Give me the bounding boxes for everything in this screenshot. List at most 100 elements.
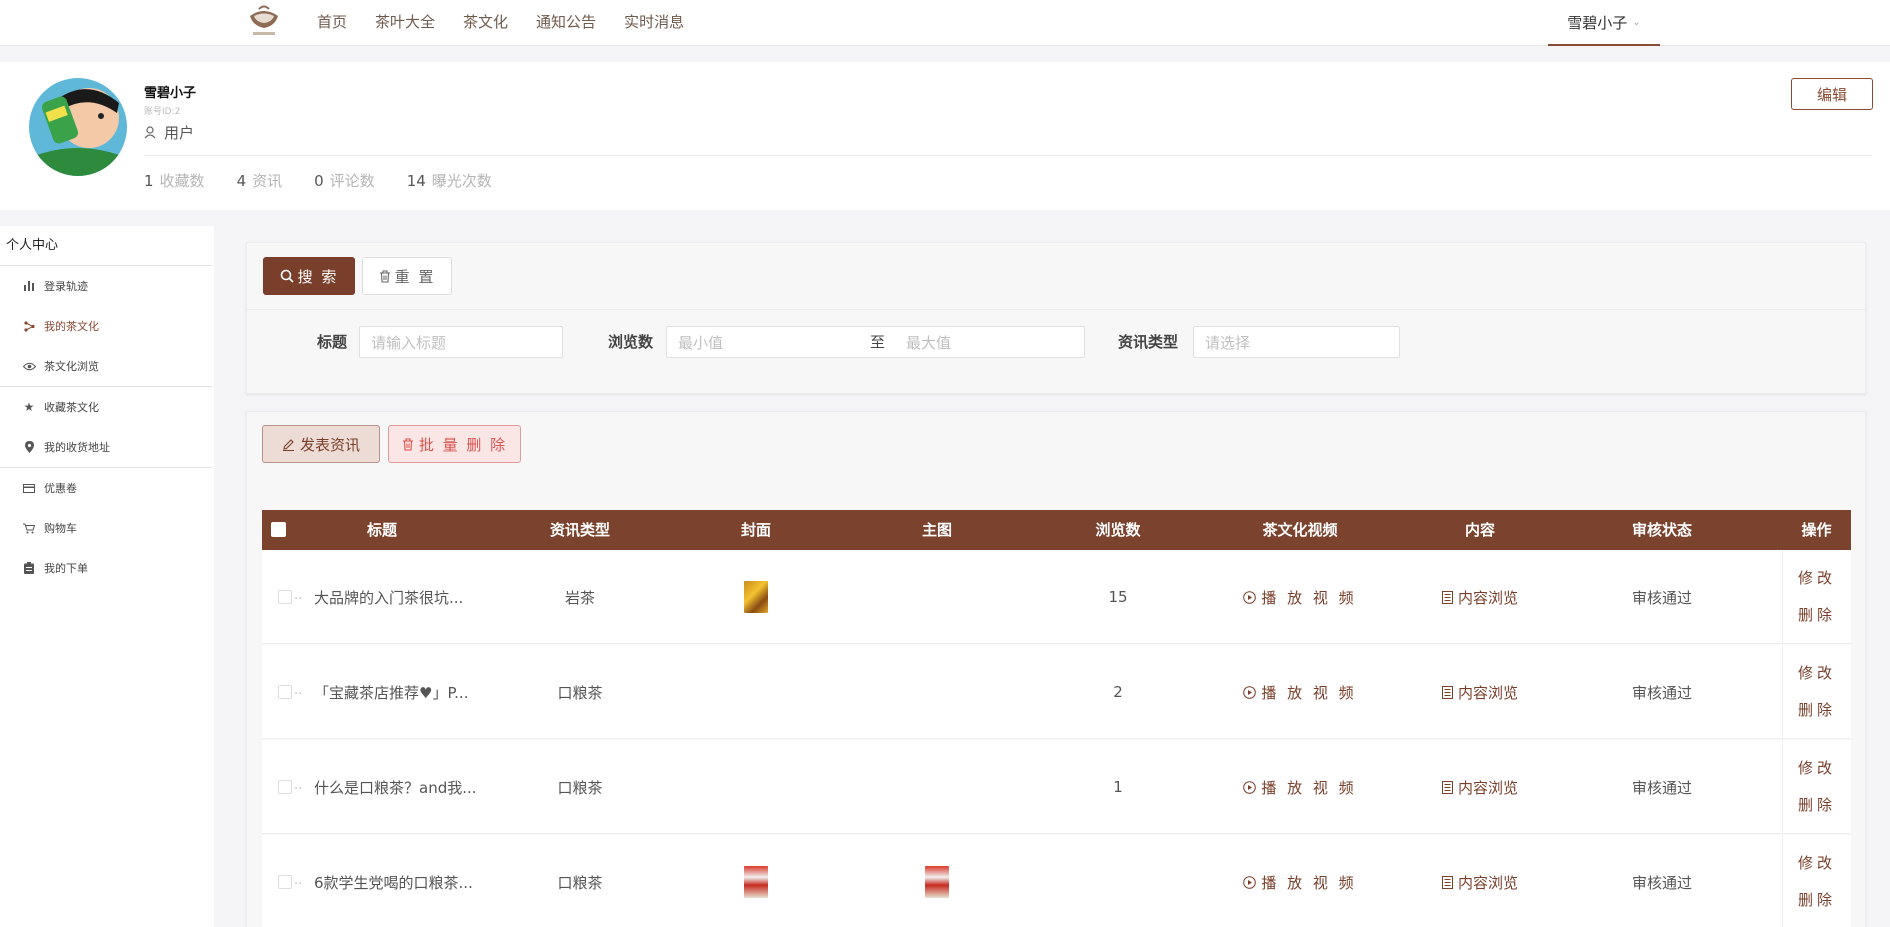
row-cover	[706, 550, 806, 644]
row-checkbox[interactable]	[278, 685, 292, 699]
sidebar: 个人中心 登录轨迹 我的茶文化 茶文化浏览 ★ 收藏茶文化 我的收货地址 优惠卷…	[0, 226, 214, 927]
table-row: .. 什么是口粮茶？and我... 口粮茶 1 播 放 视 频 内容浏览 审核通…	[262, 740, 1851, 834]
title-input[interactable]: 请输入标题	[359, 326, 563, 358]
nav-home[interactable]: 首页	[317, 11, 347, 32]
profile-account-id: 账号ID:2	[144, 107, 181, 117]
main-image-thumbnail[interactable]	[925, 866, 949, 898]
col-type: 资讯类型	[549, 521, 610, 539]
sidebar-item-shipping-address[interactable]: 我的收货地址	[0, 427, 214, 467]
avatar[interactable]	[29, 78, 127, 176]
user-menu[interactable]: 雪碧小子 ⌄	[1548, 0, 1660, 46]
delete-button[interactable]: 删除	[1798, 597, 1836, 634]
top-navbar: 首页 茶叶大全 茶文化 通知公告 实时消息 雪碧小子 ⌄	[0, 0, 1890, 46]
sidebar-item-tea-culture-browse[interactable]: 茶文化浏览	[0, 346, 214, 386]
delete-button[interactable]: 删除	[1798, 787, 1836, 824]
profile-role: 用户	[144, 122, 194, 143]
row-actions: 修改 删除	[1782, 550, 1851, 644]
row-status: 审核通过	[1631, 683, 1692, 702]
reset-button[interactable]: 重 置	[362, 257, 452, 295]
edit-button[interactable]: 修改	[1798, 845, 1836, 882]
search-divider	[247, 309, 1865, 310]
news-list-panel: 发表资讯 批 量 删 除 标题 资讯类型 封面 主图 浏览数 茶文化视频 内容 …	[246, 411, 1866, 927]
views-filter-label: 浏览数	[608, 333, 654, 351]
sidebar-item-coupons[interactable]: 优惠卷	[0, 468, 214, 508]
play-circle-icon	[1243, 875, 1257, 889]
row-checkbox[interactable]	[278, 780, 292, 794]
sidebar-item-my-orders[interactable]: 我的下单	[0, 548, 214, 588]
delete-button[interactable]: 删除	[1798, 882, 1836, 919]
edit-profile-button[interactable]: 编辑	[1791, 78, 1873, 110]
play-video-button[interactable]: 播 放 视 频	[1243, 587, 1356, 608]
user-menu-name: 雪碧小子	[1567, 13, 1628, 32]
sidebar-item-favorite-tea-culture[interactable]: ★ 收藏茶文化	[0, 387, 214, 427]
row-actions: 修改 删除	[1782, 835, 1851, 927]
profile-stats: 1 收藏数 4 资讯 0 评论数 14 曝光次数	[144, 170, 524, 191]
sidebar-item-login-history[interactable]: 登录轨迹	[0, 266, 214, 306]
views-max-input[interactable]: 最大值	[895, 326, 1085, 358]
site-logo[interactable]	[244, 2, 284, 42]
view-content-button[interactable]: 内容浏览	[1441, 587, 1518, 608]
nav-realtime-messages[interactable]: 实时消息	[624, 11, 684, 32]
row-cover	[706, 835, 806, 927]
sidebar-item-cart[interactable]: 购物车	[0, 508, 214, 548]
nav-tea-encyclopedia[interactable]: 茶叶大全	[375, 11, 435, 32]
view-content-button[interactable]: 内容浏览	[1441, 872, 1518, 893]
row-views: 1	[1113, 778, 1123, 796]
row-video: 播 放 视 频	[1230, 740, 1370, 834]
edit-button[interactable]: 修改	[1798, 750, 1836, 787]
row-status: 审核通过	[1631, 873, 1692, 892]
delete-button[interactable]: 删除	[1798, 692, 1836, 729]
stat-favorites: 1 收藏数	[144, 172, 205, 190]
view-content-button[interactable]: 内容浏览	[1441, 682, 1518, 703]
edit-button[interactable]: 修改	[1798, 655, 1836, 692]
col-video: 茶文化视频	[1262, 521, 1338, 539]
eye-icon	[22, 362, 36, 371]
sidebar-item-my-tea-culture[interactable]: 我的茶文化	[0, 306, 214, 346]
nav-announcements[interactable]: 通知公告	[536, 11, 596, 32]
batch-delete-button[interactable]: 批 量 删 除	[388, 425, 521, 463]
row-ellipsis: ..	[294, 873, 303, 888]
row-content: 内容浏览	[1430, 550, 1530, 644]
row-ellipsis: ..	[294, 778, 303, 793]
trash-icon	[379, 269, 390, 283]
stat-comments: 0 评论数	[314, 172, 375, 190]
row-type: 岩茶	[564, 588, 595, 607]
share-icon	[22, 320, 36, 332]
nav-tea-culture[interactable]: 茶文化	[463, 11, 508, 32]
publish-news-button[interactable]: 发表资讯	[262, 425, 380, 463]
play-video-button[interactable]: 播 放 视 频	[1243, 872, 1356, 893]
row-checkbox[interactable]	[278, 590, 292, 604]
edit-button[interactable]: 修改	[1798, 560, 1836, 597]
row-title: 6款学生党喝的口粮茶...	[314, 873, 473, 892]
play-video-button[interactable]: 播 放 视 频	[1243, 777, 1356, 798]
star-icon: ★	[23, 400, 35, 414]
user-icon	[144, 126, 156, 139]
row-checkbox[interactable]	[278, 875, 292, 889]
row-title: 什么是口粮茶？and我...	[314, 778, 477, 797]
views-min-input[interactable]: 最小值	[666, 326, 877, 358]
cover-thumbnail[interactable]	[744, 581, 768, 613]
document-icon	[1441, 590, 1453, 604]
cover-thumbnail[interactable]	[744, 866, 768, 898]
search-button[interactable]: 搜 索	[263, 257, 355, 295]
row-video: 播 放 视 频	[1230, 645, 1370, 739]
title-filter-label: 标题	[317, 333, 348, 351]
row-content: 内容浏览	[1430, 835, 1530, 927]
row-type: 口粮茶	[557, 778, 603, 797]
row-title: 「宝藏茶店推荐♥」P...	[314, 683, 469, 702]
play-video-button[interactable]: 播 放 视 频	[1243, 682, 1356, 703]
col-content: 内容	[1464, 521, 1495, 539]
row-content: 内容浏览	[1430, 740, 1530, 834]
bar-chart-icon	[22, 281, 36, 291]
type-select[interactable]: 请选择	[1193, 326, 1400, 358]
card-icon	[22, 483, 36, 493]
location-icon	[22, 441, 36, 453]
view-content-button[interactable]: 内容浏览	[1441, 777, 1518, 798]
stat-news: 4 资讯	[236, 172, 283, 190]
row-main-image	[887, 835, 987, 927]
select-all-checkbox[interactable]	[271, 522, 286, 537]
col-actions: 操作	[1801, 521, 1832, 539]
col-main-image: 主图	[921, 521, 952, 539]
clipboard-icon	[22, 562, 36, 574]
row-views: 15	[1108, 588, 1128, 606]
